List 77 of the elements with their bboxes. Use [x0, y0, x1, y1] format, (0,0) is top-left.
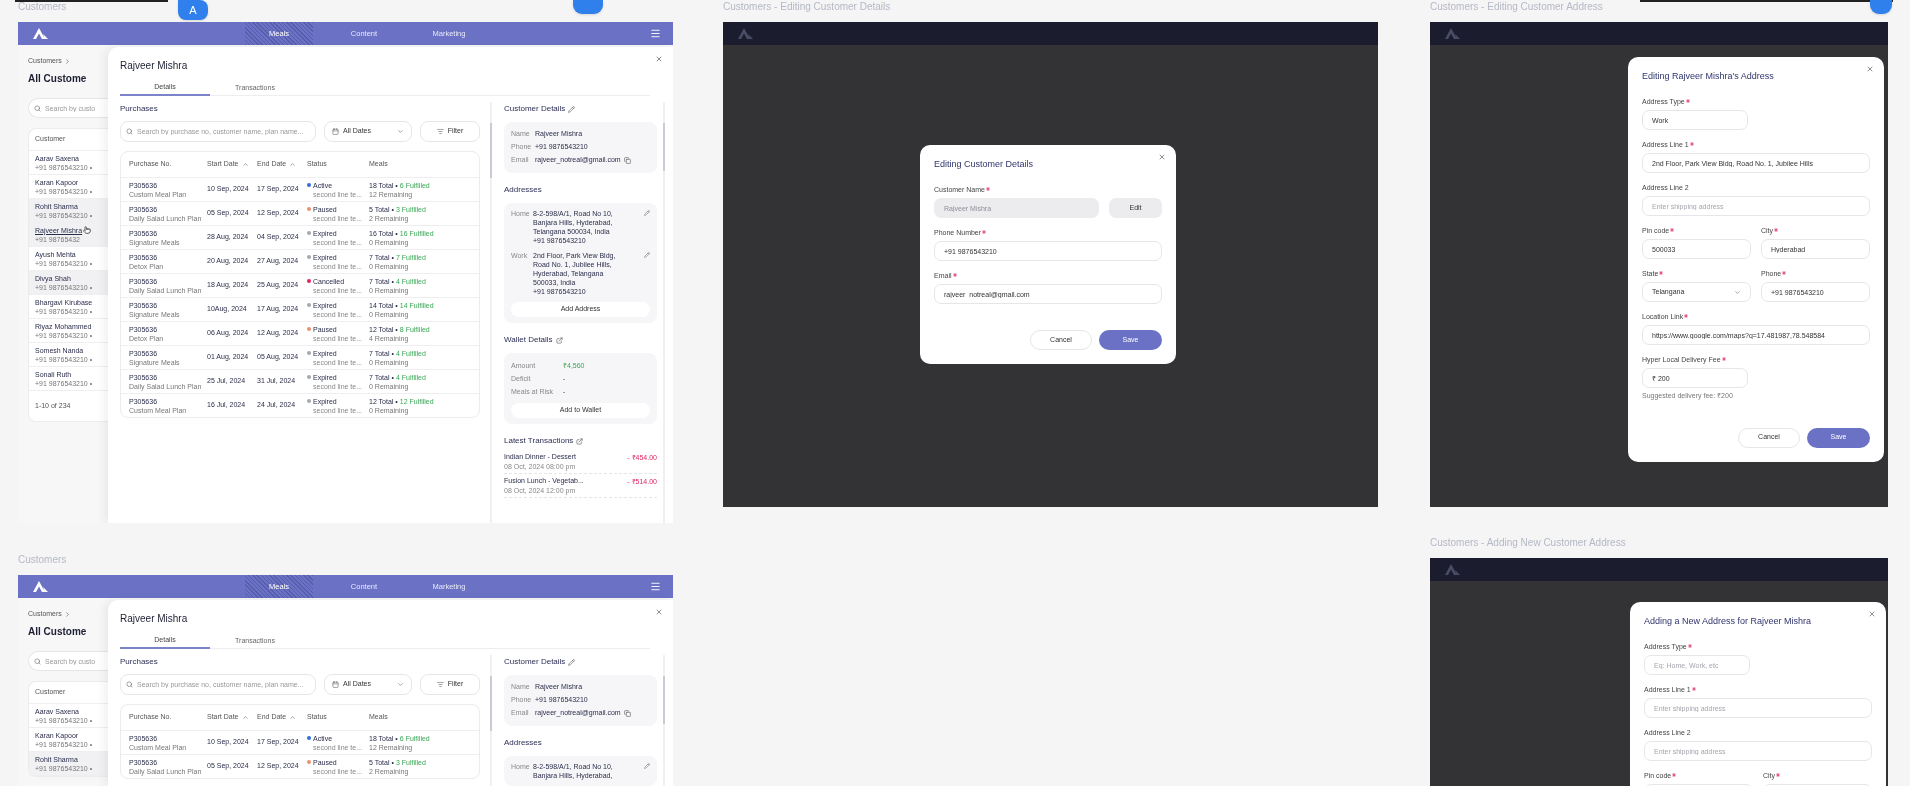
section-heading: Latest Transactions: [504, 435, 574, 447]
required-asterisk-icon: [1689, 141, 1694, 146]
chevron-right-icon: [63, 58, 71, 65]
required-asterisk-icon: [1684, 313, 1689, 318]
sort-icon[interactable]: [289, 714, 297, 721]
sort-icon[interactable]: [289, 161, 297, 168]
collaborator-badge-shape: [573, 0, 603, 14]
copy-icon[interactable]: [623, 710, 631, 717]
required-asterisk-icon: [1687, 643, 1692, 648]
frame-label: Customers - Adding New Customer Address: [1430, 537, 1626, 549]
chevron-right-icon: [63, 611, 71, 618]
required-asterisk-icon: [1691, 686, 1696, 691]
logo-icon: [33, 580, 48, 593]
filter-icon: [436, 681, 444, 688]
chevron-down-icon: [1734, 288, 1741, 296]
pencil-icon[interactable]: [644, 763, 650, 769]
calendar-icon: [332, 681, 339, 688]
required-asterisk-icon: [1670, 227, 1675, 232]
chevron-down-icon: [397, 128, 404, 135]
calendar-icon: [332, 128, 339, 135]
scrollbar-thumb[interactable]: [490, 123, 492, 178]
close-button[interactable]: [1866, 65, 1874, 73]
required-asterisk-icon: [952, 272, 957, 277]
close-button[interactable]: [1868, 610, 1876, 618]
scrollbar-thumb[interactable]: [663, 676, 665, 724]
logo-icon: [1445, 27, 1460, 40]
pointer-cursor-icon: [83, 226, 92, 234]
section-heading: Wallet Details: [504, 334, 553, 346]
frame-label: Customers - Editing Customer Address: [1430, 1, 1603, 13]
page-heading: All Custome: [28, 72, 88, 86]
menu-icon[interactable]: [650, 581, 661, 592]
required-asterisk-icon: [1774, 227, 1779, 232]
close-button[interactable]: [1158, 153, 1166, 161]
required-asterisk-icon: [1782, 270, 1787, 275]
section-heading: Customer Details: [504, 103, 566, 115]
dialog-title: Editing Customer Details: [934, 158, 1035, 171]
scrollbar-thumb[interactable]: [490, 676, 492, 731]
frame-label: Customers: [18, 1, 67, 13]
collaborator-badge-shape: [1870, 0, 1892, 14]
required-asterisk-icon: [985, 186, 990, 191]
required-asterisk-icon: [1776, 772, 1781, 777]
collaborator-badge: A: [178, 0, 208, 20]
section-heading: Purchases: [120, 103, 159, 115]
section-heading: Purchases: [120, 656, 159, 668]
pencil-icon[interactable]: [568, 105, 576, 113]
logo-icon: [1445, 563, 1460, 576]
required-asterisk-icon: [1672, 772, 1677, 777]
dialog-title: Adding a New Address for Rajveer Mishra: [1644, 615, 1813, 628]
drawer-title: Rajveer Mishra: [120, 59, 189, 73]
pencil-icon[interactable]: [568, 658, 576, 666]
page-heading: All Custome: [28, 625, 88, 639]
menu-icon[interactable]: [650, 28, 661, 39]
copy-icon[interactable]: [623, 157, 631, 164]
section-heading: Customer Details: [504, 656, 566, 668]
chevron-down-icon: [397, 681, 404, 688]
pencil-icon[interactable]: [644, 210, 650, 216]
required-asterisk-icon: [1659, 270, 1664, 275]
required-asterisk-icon: [1721, 356, 1726, 361]
dialog-title: Editing Rajveer Mishra's Address: [1642, 70, 1775, 83]
sort-icon[interactable]: [241, 714, 249, 721]
close-button[interactable]: [655, 608, 663, 616]
scrollbar-thumb[interactable]: [663, 123, 665, 171]
close-button[interactable]: [655, 55, 663, 63]
sort-icon[interactable]: [241, 161, 249, 168]
frame-label: Customers: [18, 554, 67, 566]
external-link-icon[interactable]: [555, 336, 563, 344]
section-heading: Addresses: [504, 184, 542, 196]
logo-icon: [33, 27, 48, 40]
required-asterisk-icon: [982, 229, 987, 234]
filter-icon: [436, 128, 444, 135]
logo-icon: [738, 27, 753, 40]
drawer-title: Rajveer Mishra: [120, 612, 189, 626]
pencil-icon[interactable]: [644, 252, 650, 258]
external-link-icon[interactable]: [576, 437, 584, 445]
required-asterisk-icon: [1685, 98, 1690, 103]
section-heading: Addresses: [504, 737, 542, 749]
frame-label: Customers - Editing Customer Details: [723, 1, 891, 13]
